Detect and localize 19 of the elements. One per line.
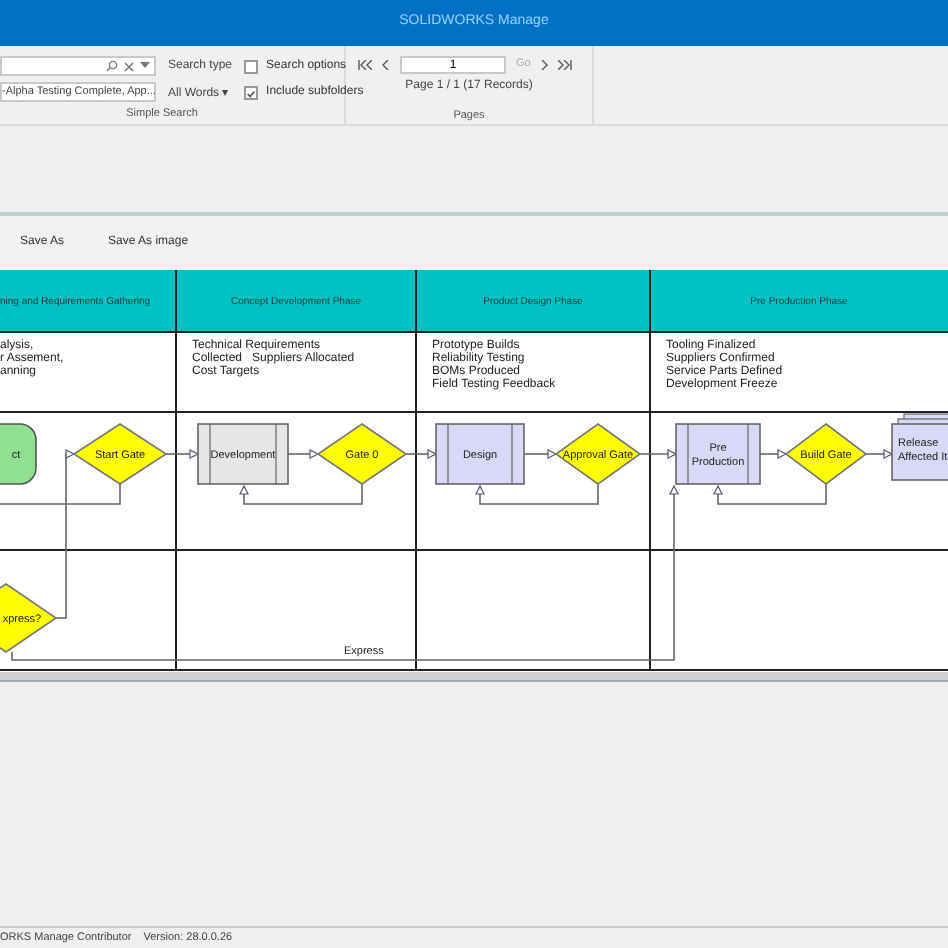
dropdown-icon[interactable]	[140, 62, 150, 70]
connector-arrow	[713, 483, 827, 505]
connector-arrow	[865, 449, 894, 459]
first-page-icon[interactable]	[358, 60, 372, 70]
close-icon[interactable]	[124, 61, 134, 71]
checkbox[interactable]	[244, 60, 259, 74]
connector-arrow	[523, 449, 558, 459]
search-icon[interactable]	[106, 60, 118, 72]
connector-arrow	[405, 449, 438, 459]
connector-arrow	[287, 449, 320, 459]
checkbox[interactable]	[244, 86, 259, 100]
next-page-icon[interactable]	[540, 60, 549, 70]
connector-arrow	[639, 449, 678, 459]
connector-arrow	[165, 449, 200, 459]
last-page-icon[interactable]	[558, 60, 573, 70]
loop-line	[0, 483, 121, 505]
connector-arrow	[759, 449, 788, 459]
search-field[interactable]	[0, 56, 156, 76]
previous-page-icon[interactable]	[382, 60, 390, 70]
